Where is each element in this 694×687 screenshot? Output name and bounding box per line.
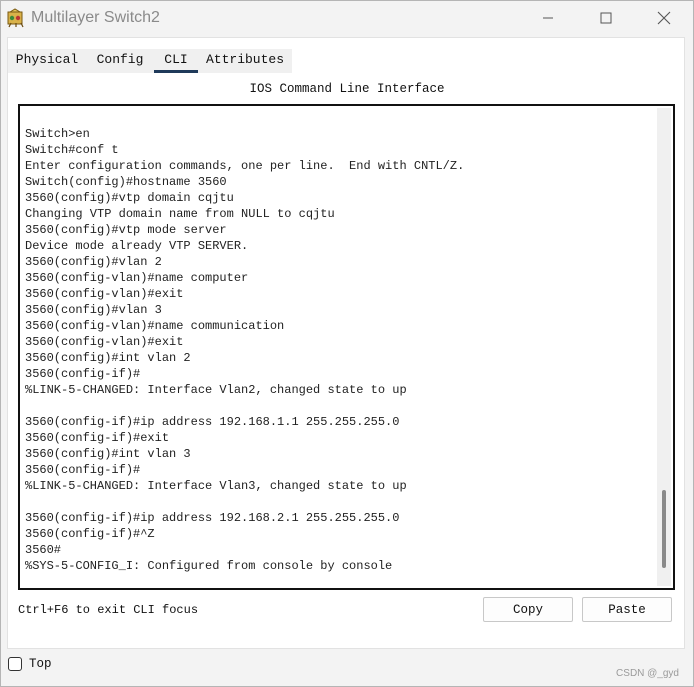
terminal-line: 3560(config)#int vlan 2: [25, 351, 191, 365]
close-icon: [657, 11, 671, 25]
copy-button[interactable]: Copy: [483, 597, 573, 622]
tab-physical[interactable]: Physical: [8, 49, 86, 73]
tab-attributes[interactable]: Attributes: [198, 49, 292, 73]
terminal-line: Switch>en: [25, 127, 90, 141]
terminal-line: 3560(config-if)#exit: [25, 431, 170, 445]
tab-cli[interactable]: CLI: [154, 49, 198, 73]
terminal-output: Switch>en Switch#conf t Enter configuratio…: [25, 126, 650, 574]
app-icon: [6, 8, 26, 28]
title-bar: Multilayer Switch2: [1, 1, 693, 35]
terminal-line: Device mode already VTP SERVER.: [25, 239, 249, 253]
minimize-icon: [543, 17, 553, 19]
top-label: Top: [29, 657, 52, 671]
top-checkbox[interactable]: [8, 657, 22, 671]
terminal-line: %LINK-5-CHANGED: Interface Vlan3, change…: [25, 479, 407, 493]
device-panel: Physical Config CLI Attributes IOS Comma…: [7, 37, 685, 649]
cli-terminal[interactable]: Switch>en Switch#conf t Enter configuratio…: [18, 104, 675, 590]
terminal-line: 3560(config)#int vlan 3: [25, 447, 191, 461]
terminal-line: Enter configuration commands, one per li…: [25, 159, 465, 173]
cli-header: IOS Command Line Interface: [249, 82, 445, 96]
terminal-line: 3560(config)#vtp domain cqjtu: [25, 191, 234, 205]
terminal-line: %SYS-5-CONFIG_I: Configured from console…: [25, 559, 393, 573]
terminal-line: 3560#: [25, 543, 62, 557]
terminal-line: 3560(config)#vlan 2: [25, 255, 162, 269]
tab-config[interactable]: Config: [86, 49, 154, 73]
scrollbar-thumb[interactable]: [662, 490, 666, 568]
window-title: Multilayer Switch2: [31, 9, 160, 26]
maximize-icon: [600, 12, 612, 24]
close-button[interactable]: [635, 1, 693, 35]
paste-button[interactable]: Paste: [582, 597, 672, 622]
terminal-line: 3560(config-vlan)#name communication: [25, 319, 285, 333]
terminal-line: 3560(config-vlan)#exit: [25, 335, 184, 349]
tab-bar: Physical Config CLI Attributes: [8, 49, 292, 73]
minimize-button[interactable]: [519, 1, 577, 35]
terminal-line: 3560(config-if)#ip address 192.168.2.1 2…: [25, 511, 400, 525]
terminal-scrollbar[interactable]: [657, 108, 671, 586]
watermark: CSDN @_gyd: [616, 668, 679, 679]
maximize-button[interactable]: [577, 1, 635, 35]
cli-focus-hint: Ctrl+F6 to exit CLI focus: [18, 603, 199, 617]
terminal-line: 3560(config-vlan)#exit: [25, 287, 184, 301]
terminal-line: 3560(config-if)#^Z: [25, 527, 155, 541]
terminal-line: Switch#conf t: [25, 143, 119, 157]
terminal-line: 3560(config-vlan)#name computer: [25, 271, 249, 285]
terminal-line: 3560(config-if)#ip address 192.168.1.1 2…: [25, 415, 400, 429]
terminal-line: %LINK-5-CHANGED: Interface Vlan2, change…: [25, 383, 407, 397]
terminal-line: 3560(config-if)#: [25, 367, 141, 381]
terminal-line: Changing VTP domain name from NULL to cq…: [25, 207, 335, 221]
terminal-line: 3560(config)#vtp mode server: [25, 223, 227, 237]
terminal-line: 3560(config-if)#: [25, 463, 141, 477]
terminal-line: 3560(config)#vlan 3: [25, 303, 162, 317]
terminal-line: Switch(config)#hostname 3560: [25, 175, 227, 189]
